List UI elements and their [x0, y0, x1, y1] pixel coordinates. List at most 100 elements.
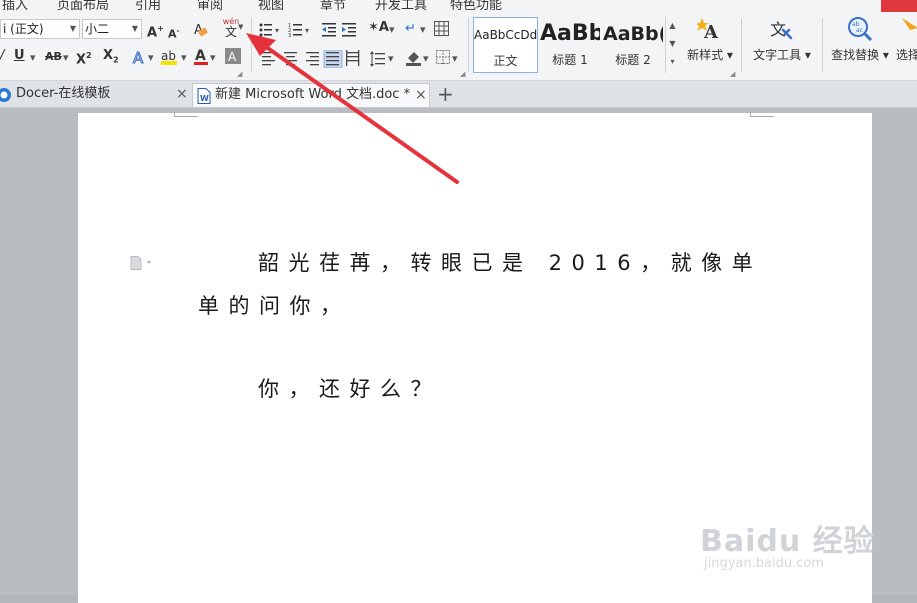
watermark-url: jingyan.baidu.com	[704, 556, 824, 571]
clear-format-icon[interactable]: A	[192, 21, 208, 37]
font-size-value: 小二	[85, 22, 110, 36]
chevron-down-icon[interactable]: ▾	[423, 49, 429, 69]
svg-text:A: A	[133, 49, 144, 65]
chevron-down-icon[interactable]: ▾	[30, 48, 36, 68]
svg-text:▾: ▾	[275, 26, 279, 35]
menu-tab-developer[interactable]: 开发工具	[375, 0, 427, 12]
word-document-icon: W	[197, 88, 211, 104]
close-icon[interactable]: ×	[176, 83, 188, 105]
styles-dialog-launcher[interactable]: ◢	[730, 70, 735, 78]
menu-accent-block	[881, 0, 917, 12]
style-normal-name: 正文	[493, 54, 518, 68]
font-size-combo[interactable]: 小二 ▼	[82, 19, 142, 39]
menu-tab-special[interactable]: 特色功能	[450, 0, 502, 12]
char-scaling-button[interactable]: ✶A	[368, 18, 389, 38]
separator	[468, 18, 469, 72]
chevron-down-icon[interactable]: ▾	[388, 49, 394, 69]
menu-tab-view[interactable]: 视图	[258, 0, 284, 12]
italic-button[interactable]: /	[0, 46, 4, 66]
chevron-down-icon[interactable]: ▾	[452, 49, 458, 69]
crop-mark	[750, 116, 774, 117]
svg-text:W: W	[200, 94, 209, 103]
align-right-icon	[306, 52, 319, 66]
numbered-list-icon: 1 2 3	[288, 23, 302, 39]
close-icon[interactable]: ×	[415, 84, 427, 106]
menu-tab-chapter[interactable]: 章节	[320, 0, 346, 12]
ribbon: i (正文) ▼ 小二 ▼ A+ A- A wén 文 ▼ / U ▾ AB ▾…	[0, 12, 917, 81]
new-tab-plus-icon[interactable]: +	[437, 82, 454, 106]
grow-font-button[interactable]: A+	[147, 19, 164, 43]
chevron-down-icon[interactable]: ▾	[389, 20, 395, 40]
list-buttons: ▾ 1 2 3 ▾	[259, 23, 336, 39]
find-replace-icon: abac	[848, 17, 873, 42]
svg-text:ab: ab	[161, 49, 176, 63]
text-effect-icon[interactable]: A	[132, 49, 148, 65]
highlight-icon[interactable]: ab	[160, 48, 180, 66]
style-heading-1[interactable]: AaBb 标题 1	[540, 17, 600, 73]
superscript-button[interactable]: X2	[76, 46, 92, 70]
tab-docer-label: Docer-在线模板	[16, 86, 111, 101]
baidu-jingyan-watermark: Baidu 经验 jingyan.baidu.com	[700, 516, 900, 576]
bullet-list-icon	[259, 23, 272, 37]
paragraph-handle-icon[interactable]	[130, 256, 156, 270]
svg-text:A: A	[195, 48, 206, 64]
paragraph-shading-icon[interactable]	[405, 49, 423, 67]
tab-docer-templates[interactable]: Docer-在线模板 ×	[0, 83, 190, 107]
char-shading-icon[interactable]: A	[225, 48, 241, 64]
table-grid-icon[interactable]	[434, 21, 450, 37]
chevron-down-icon[interactable]: ▾	[63, 48, 69, 68]
separator	[251, 18, 252, 72]
document-line-3: 你，还好么？	[258, 377, 441, 401]
chevron-down-icon: ▼	[131, 24, 138, 33]
style-heading-1-sample: AaBb	[540, 21, 600, 46]
style-heading-2[interactable]: AaBb( 标题 2	[603, 17, 663, 73]
line-break-icon[interactable]: ↵	[405, 19, 416, 39]
strikethrough-button[interactable]: AB	[45, 47, 62, 67]
new-style-button[interactable]: A 新样式 ▾	[683, 16, 737, 63]
svg-text:ac: ac	[856, 27, 863, 34]
text-tools-button[interactable]: 文 文字工具 ▾	[748, 16, 816, 63]
svg-text:A: A	[228, 50, 237, 64]
chevron-down-icon[interactable]: ▾	[148, 48, 154, 68]
font-name-combo[interactable]: i (正文) ▼	[0, 19, 80, 39]
decrease-indent-icon	[322, 23, 336, 37]
chevron-down-icon[interactable]: ▾	[181, 48, 187, 68]
style-heading-2-sample: AaBb(	[603, 23, 663, 45]
subscript-button[interactable]: X2	[103, 46, 119, 71]
tab-document-label: 新建 Microsoft Word 文档.doc *	[215, 87, 411, 102]
distributed-align-icon	[346, 50, 360, 66]
alignment-buttons	[262, 50, 360, 68]
underline-button[interactable]: U	[14, 46, 25, 66]
pinyin-guide-button[interactable]: wén 文 ▼	[216, 17, 246, 41]
menu-tab-references[interactable]: 引用	[135, 0, 161, 12]
menu-tab-insert[interactable]: 插入	[2, 0, 28, 12]
svg-text:▾: ▾	[305, 26, 309, 35]
font-dialog-launcher[interactable]: ◢	[237, 70, 242, 78]
paragraph-dialog-launcher[interactable]: ◢	[460, 70, 465, 78]
text-tools-icon: 文	[770, 20, 793, 40]
style-heading-2-name: 标题 2	[615, 53, 651, 67]
style-normal-sample: AaBbCcDd	[474, 28, 537, 42]
style-gallery-scroll[interactable]: ▲ ▼ ▾	[665, 17, 679, 73]
increase-indent-icon[interactable]	[342, 21, 360, 39]
style-normal[interactable]: AaBbCcDd 正文	[473, 17, 538, 73]
shrink-font-button[interactable]: A-	[168, 21, 179, 45]
borders-icon[interactable]	[436, 50, 452, 66]
docer-logo-icon	[0, 88, 11, 102]
chevron-down-icon: ▼	[238, 23, 244, 31]
select-icon	[902, 18, 917, 30]
menu-tab-page-layout[interactable]: 页面布局	[57, 0, 109, 12]
menu-strip: 插入 页面布局 引用 审阅 视图 章节 开发工具 特色功能	[0, 0, 917, 12]
find-replace-button[interactable]: ab ac 查找替换 ▾	[829, 16, 891, 63]
font-color-icon[interactable]: A	[193, 47, 209, 66]
new-style-icon: A	[697, 18, 719, 42]
chevron-down-icon[interactable]: ▾	[420, 20, 426, 40]
menu-tab-review[interactable]: 审阅	[197, 0, 223, 12]
tab-new-document[interactable]: W 新建 Microsoft Word 文档.doc * ×	[192, 83, 430, 107]
select-button[interactable]: 选择	[896, 16, 917, 63]
align-left-icon	[262, 52, 275, 66]
watermark-brand: Baidu 经验	[700, 524, 875, 559]
svg-text:3: 3	[288, 33, 291, 39]
line-spacing-icon[interactable]	[370, 50, 386, 68]
chevron-down-icon[interactable]: ▾	[210, 48, 216, 68]
